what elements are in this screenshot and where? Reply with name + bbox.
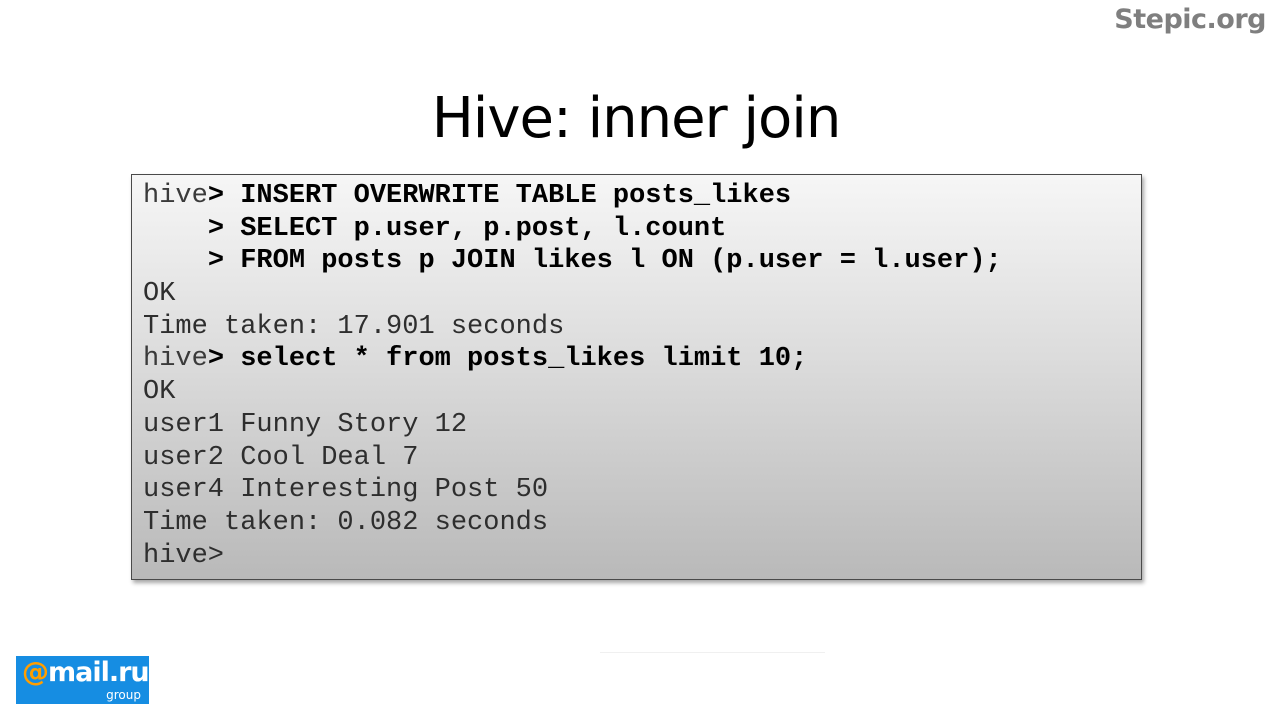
terminal-command: > SELECT p.user, p.post, l.count [207,213,727,244]
terminal-command: > INSERT OVERWRITE TABLE posts_likes [207,181,792,211]
mailru-group-logo: @mail.ru group [16,656,150,704]
terminal-line-2: > SELECT p.user, p.post, l.count [143,213,1141,246]
terminal-panel: hive> INSERT OVERWRITE TABLE posts_likes… [131,174,1142,580]
terminal-prompt: hive [143,344,208,375]
slide-title: Hive: inner join [431,86,842,151]
terminal-prompt [143,214,208,244]
brand-label: Stepic.org [1114,4,1266,35]
terminal-output-line: Time taken: 17.901 seconds [143,311,565,342]
logo-wordmark: @mail.ru [22,657,150,688]
logo-name: mail.ru [48,657,150,688]
terminal-output-line: user1 Funny Story 12 [143,409,468,440]
terminal-line-1: hive> INSERT OVERWRITE TABLE posts_likes [143,180,1141,213]
terminal-output-line: OK [143,279,176,310]
terminal-command: > FROM posts p JOIN likes l ON (p.user =… [207,246,1002,277]
terminal-line-3: > FROM posts p JOIN likes l ON (p.user =… [143,245,1141,278]
terminal-output-line: Time taken: 0.082 seconds [143,507,549,538]
terminal-prompt [143,246,208,276]
logo-subtitle: group [106,688,141,702]
terminal-output-line: OK [143,377,176,408]
terminal-output-line: hive> [143,540,225,571]
terminal-command: > select * from posts_likes limit 10; [207,344,808,375]
terminal-prompt: hive [143,181,208,211]
terminal-output-line: user4 Interesting Post 50 [143,475,549,506]
logo-at-sign: @ [22,657,49,688]
divider [600,652,825,653]
terminal-line-6: hive> select * from posts_likes limit 10… [143,343,1141,376]
terminal-output-line: user2 Cool Deal 7 [143,442,419,473]
